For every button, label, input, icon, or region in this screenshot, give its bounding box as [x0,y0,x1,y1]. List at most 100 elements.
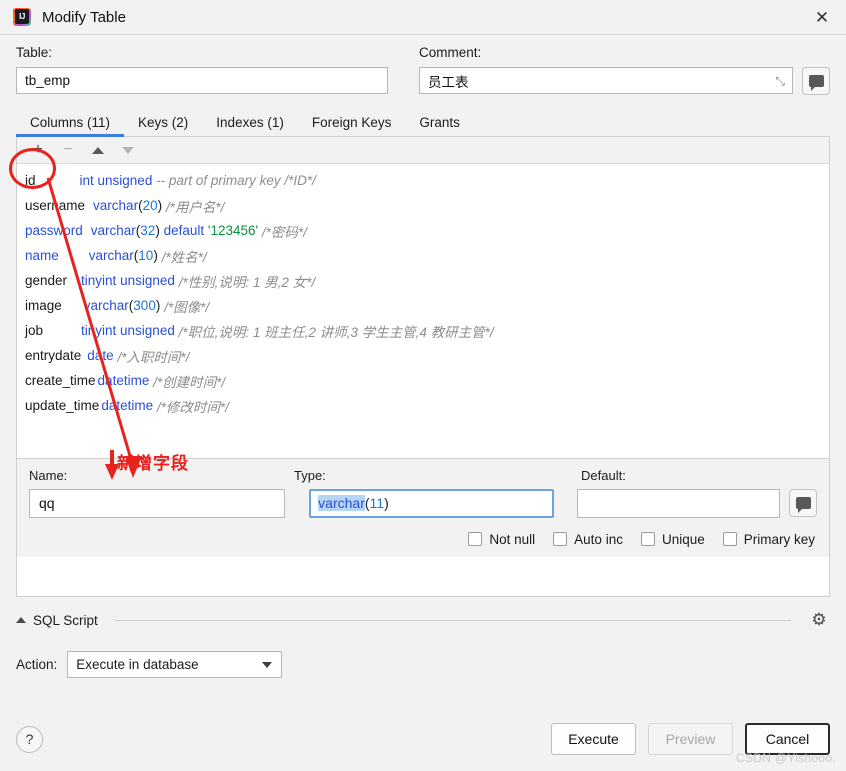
column-editor: Name: Type: Default: qq varchar(11) Not … [17,458,829,557]
caret-up-icon[interactable] [16,617,26,623]
column-row-length: 20 [143,198,158,213]
triangle-up-icon [92,147,104,154]
window-title: Modify Table [42,9,126,26]
column-name-input[interactable]: qq [29,489,285,518]
watermark: CSDN @Yishooo. [736,751,836,765]
help-button[interactable]: ? [16,726,43,753]
tab-columns[interactable]: Columns (11) [16,115,124,136]
column-type-input[interactable]: varchar(11) [309,489,553,518]
table-label: Table: [16,45,388,60]
editor-name-label: Name: [29,468,294,483]
column-row-type: int unsigned [80,173,153,188]
chevron-down-icon [262,662,272,668]
add-column-button[interactable]: + [25,139,51,161]
column-flags: Not null Auto inc Unique Primary key [29,532,817,547]
checkbox-box [553,532,567,546]
comment-input[interactable]: 员工表 ⤡ [419,67,793,94]
column-row-type: varchar [93,198,138,213]
column-row-name: username [25,198,85,213]
sql-script-title: SQL Script [33,613,98,628]
editor-type-label: Type: [294,468,581,483]
move-down-button[interactable] [115,139,141,161]
checkbox-unique[interactable]: Unique [641,532,705,547]
column-row-name: password [25,223,83,238]
column-row[interactable]: usernamevarchar(20) /*用户名*/ [17,193,829,218]
comment-field-group: Comment: 员工表 ⤡ [419,45,830,95]
checkbox-label: Unique [662,532,705,547]
column-row-type: varchar [89,248,134,263]
type-close-paren: ) [384,495,389,511]
column-row-default-value: '123456' [208,223,258,238]
intellij-idea-icon [13,8,31,26]
column-row[interactable]: id int unsigned -- part of primary key /*… [17,168,829,193]
column-row[interactable]: namevarchar(10) /*姓名*/ [17,243,829,268]
column-row-comment: /*创建时间*/ [153,371,225,391]
comment-balloon-button[interactable] [802,67,830,95]
tab-keys[interactable]: Keys (2) [124,115,202,136]
column-row-name: gender [25,273,67,288]
column-row[interactable]: gender tinyint unsigned /*性别,说明: 1 男,2 女*… [17,268,829,293]
column-row-length: 300 [133,298,156,313]
column-row-comment: /*职位,说明: 1 班主任,2 讲师,3 学生主管,4 教研主管*/ [179,321,494,341]
column-row-name: name [25,248,59,263]
column-row-type: date [87,348,113,363]
column-row-name: image [25,298,62,313]
column-row-type: tinyint unsigned [81,273,175,288]
column-row-type: tinyint unsigned [81,323,175,338]
expand-icon[interactable]: ⤡ [775,75,785,87]
action-label: Action: [16,657,57,672]
column-row-type: datetime [101,398,153,413]
move-up-button[interactable] [85,139,111,161]
column-row[interactable]: imagevarchar(300) /*图像*/ [17,293,829,318]
column-row-comment: /*姓名*/ [162,246,207,266]
column-row-type: varchar [91,223,136,238]
column-row-name: job [25,323,43,338]
column-row-length: 32 [140,223,155,238]
columns-panel: + − id int unsigned -- part of primary ke… [16,137,830,597]
column-row-name: entrydate [25,348,81,363]
comment-input-value: 员工表 [428,71,469,91]
column-row-type: datetime [98,373,150,388]
default-balloon-button[interactable] [789,489,817,517]
editor-default-label: Default: [581,468,817,483]
table-meta-form: Table: tb_emp Comment: 员工表 ⤡ [0,35,846,95]
column-row-comment: /*入职时间*/ [117,346,189,366]
column-row-name: create_time [25,373,96,388]
comment-balloon-icon [796,497,811,509]
column-row-comment: /*用户名*/ [166,196,225,216]
column-row[interactable]: entrydate date /*入职时间*/ [17,343,829,368]
checkbox-box [723,532,737,546]
checkbox-primary-key[interactable]: Primary key [723,532,815,547]
column-row-name: update_time [25,398,99,413]
comment-label: Comment: [419,45,830,60]
table-name-input[interactable]: tb_emp [16,67,388,94]
action-select-value: Execute in database [76,657,198,672]
comment-balloon-icon [809,75,824,87]
section-divider [115,620,791,621]
table-field-group: Table: tb_emp [16,45,388,95]
type-length: 11 [370,495,385,511]
checkbox-box [468,532,482,546]
column-row-name: id [25,173,36,188]
tab-indexes[interactable]: Indexes (1) [202,115,298,136]
column-row-comment: /*性别,说明: 1 男,2 女*/ [179,271,316,291]
checkbox-not-null[interactable]: Not null [468,532,535,547]
column-row-comment: -- part of primary key /*ID*/ [156,173,316,188]
column-row-extra: default [164,223,205,238]
column-default-input[interactable] [577,489,780,518]
column-row[interactable]: job tinyint unsigned /*职位,说明: 1 班主任,2 讲师,… [17,318,829,343]
close-icon[interactable]: ✕ [798,0,846,34]
tab-grants[interactable]: Grants [405,115,474,136]
checkbox-auto-inc[interactable]: Auto inc [553,532,623,547]
sql-script-section: SQL Script ⚙ Action: Execute in database [16,609,830,678]
column-row[interactable]: passwordvarchar(32) default '123456' /*密… [17,218,829,243]
column-row[interactable]: create_timedatetime /*创建时间*/ [17,368,829,393]
gear-icon[interactable]: ⚙ [808,609,830,631]
checkbox-box [641,532,655,546]
action-select[interactable]: Execute in database [67,651,282,678]
remove-column-button[interactable]: − [55,139,81,161]
tab-foreign-keys[interactable]: Foreign Keys [298,115,406,136]
execute-button[interactable]: Execute [551,723,636,755]
column-row[interactable]: update_timedatetime /*修改时间*/ [17,393,829,418]
columns-list[interactable]: id int unsigned -- part of primary key /*… [17,164,829,458]
